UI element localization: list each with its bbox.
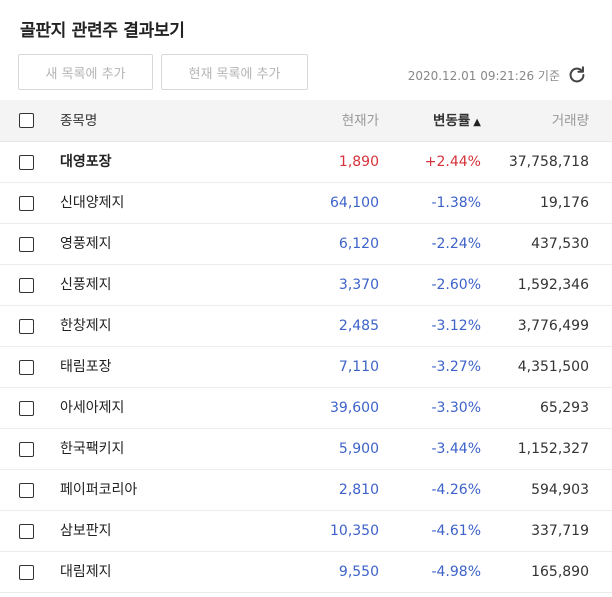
- header-price[interactable]: 현재가: [342, 100, 379, 142]
- row-checkbox[interactable]: [19, 360, 34, 375]
- stock-name[interactable]: 신대양제지: [60, 183, 124, 224]
- table-header: 종목명 현재가 변동률 ▲ 거래량: [0, 100, 612, 142]
- header-name[interactable]: 종목명: [60, 100, 97, 142]
- table-row[interactable]: 아세아제지 39,600 -3.30% 65,293: [0, 388, 612, 429]
- table-row[interactable]: 한창제지 2,485 -3.12% 3,776,499: [0, 306, 612, 347]
- stock-name[interactable]: 대영포장: [60, 142, 112, 183]
- stock-change: -4.98%: [431, 564, 481, 580]
- stock-name[interactable]: 신풍제지: [60, 265, 112, 306]
- stock-price: 6,120: [338, 236, 379, 252]
- stock-change: -3.30%: [431, 400, 481, 416]
- stock-name[interactable]: 대림제지: [60, 552, 112, 593]
- stock-price: 64,100: [330, 195, 379, 211]
- table-row[interactable]: 페이퍼코리아 2,810 -4.26% 594,903: [0, 470, 612, 511]
- stock-volume: 19,176: [540, 195, 589, 211]
- stock-change: -4.26%: [431, 482, 481, 498]
- stock-volume: 65,293: [540, 400, 589, 416]
- stock-volume: 4,351,500: [517, 359, 589, 375]
- stock-volume: 1,592,346: [517, 277, 589, 293]
- row-checkbox[interactable]: [19, 565, 34, 580]
- table-row[interactable]: 한국팩키지 5,900 -3.44% 1,152,327: [0, 429, 612, 470]
- stock-name[interactable]: 한국팩키지: [60, 429, 124, 470]
- refresh-icon[interactable]: [566, 64, 588, 86]
- stock-name[interactable]: 아세아제지: [60, 388, 124, 429]
- row-checkbox[interactable]: [19, 237, 34, 252]
- header-change[interactable]: 변동률 ▲: [433, 100, 481, 144]
- stock-price: 1,890: [338, 154, 379, 170]
- row-checkbox[interactable]: [19, 442, 34, 457]
- stock-volume: 437,530: [531, 236, 589, 252]
- stock-change: -2.60%: [431, 277, 481, 293]
- stock-volume: 165,890: [531, 564, 589, 580]
- stock-change: -3.12%: [431, 318, 481, 334]
- row-checkbox[interactable]: [19, 155, 34, 170]
- stock-table: 종목명 현재가 변동률 ▲ 거래량 대영포장 1,890 +2.44% 37,758,7…: [0, 100, 612, 593]
- stock-price: 7,110: [338, 359, 379, 375]
- stock-price: 2,810: [338, 482, 379, 498]
- stock-price: 3,370: [338, 277, 379, 293]
- page-title: 골판지 관련주 결과보기: [20, 21, 185, 41]
- row-checkbox[interactable]: [19, 483, 34, 498]
- header-change-label: 변동률: [433, 113, 471, 129]
- table-row[interactable]: 대영포장 1,890 +2.44% 37,758,718: [0, 142, 612, 183]
- stock-change: -4.61%: [431, 523, 481, 539]
- sort-ascending-icon: ▲: [473, 117, 481, 128]
- stock-volume: 337,719: [531, 523, 589, 539]
- table-row[interactable]: 신대양제지 64,100 -1.38% 19,176: [0, 183, 612, 224]
- table-row[interactable]: 태림포장 7,110 -3.27% 4,351,500: [0, 347, 612, 388]
- stock-name[interactable]: 페이퍼코리아: [60, 470, 137, 511]
- table-row[interactable]: 신풍제지 3,370 -2.60% 1,592,346: [0, 265, 612, 306]
- stock-name[interactable]: 태림포장: [60, 347, 112, 388]
- stock-volume: 1,152,327: [517, 441, 589, 457]
- table-row[interactable]: 대림제지 9,550 -4.98% 165,890: [0, 552, 612, 593]
- stock-price: 5,900: [338, 441, 379, 457]
- stock-volume: 3,776,499: [517, 318, 589, 334]
- stock-name[interactable]: 한창제지: [60, 306, 112, 347]
- select-all-checkbox[interactable]: [19, 113, 34, 128]
- timestamp: 2020.12.01 09:21:26 기준: [407, 69, 560, 83]
- stock-price: 2,485: [338, 318, 379, 334]
- row-checkbox[interactable]: [19, 319, 34, 334]
- stock-change: -1.38%: [431, 195, 481, 211]
- stock-change: -3.44%: [431, 441, 481, 457]
- header-volume[interactable]: 거래량: [552, 100, 589, 142]
- table-row[interactable]: 영풍제지 6,120 -2.24% 437,530: [0, 224, 612, 265]
- row-checkbox[interactable]: [19, 401, 34, 416]
- stock-price: 39,600: [330, 400, 379, 416]
- stock-volume: 594,903: [531, 482, 589, 498]
- row-checkbox[interactable]: [19, 196, 34, 211]
- add-to-new-list-button[interactable]: 새 목록에 추가: [18, 54, 153, 90]
- stock-change: -3.27%: [431, 359, 481, 375]
- stock-name[interactable]: 삼보판지: [60, 511, 112, 552]
- stock-change: -2.24%: [431, 236, 481, 252]
- row-checkbox[interactable]: [19, 278, 34, 293]
- stock-volume: 37,758,718: [508, 154, 589, 170]
- stock-price: 9,550: [338, 564, 379, 580]
- stock-change: +2.44%: [424, 154, 481, 170]
- table-row[interactable]: 삼보판지 10,350 -4.61% 337,719: [0, 511, 612, 552]
- row-checkbox[interactable]: [19, 524, 34, 539]
- stock-price: 10,350: [330, 523, 379, 539]
- stock-name[interactable]: 영풍제지: [60, 224, 112, 265]
- add-to-current-list-button[interactable]: 현재 목록에 추가: [161, 54, 308, 90]
